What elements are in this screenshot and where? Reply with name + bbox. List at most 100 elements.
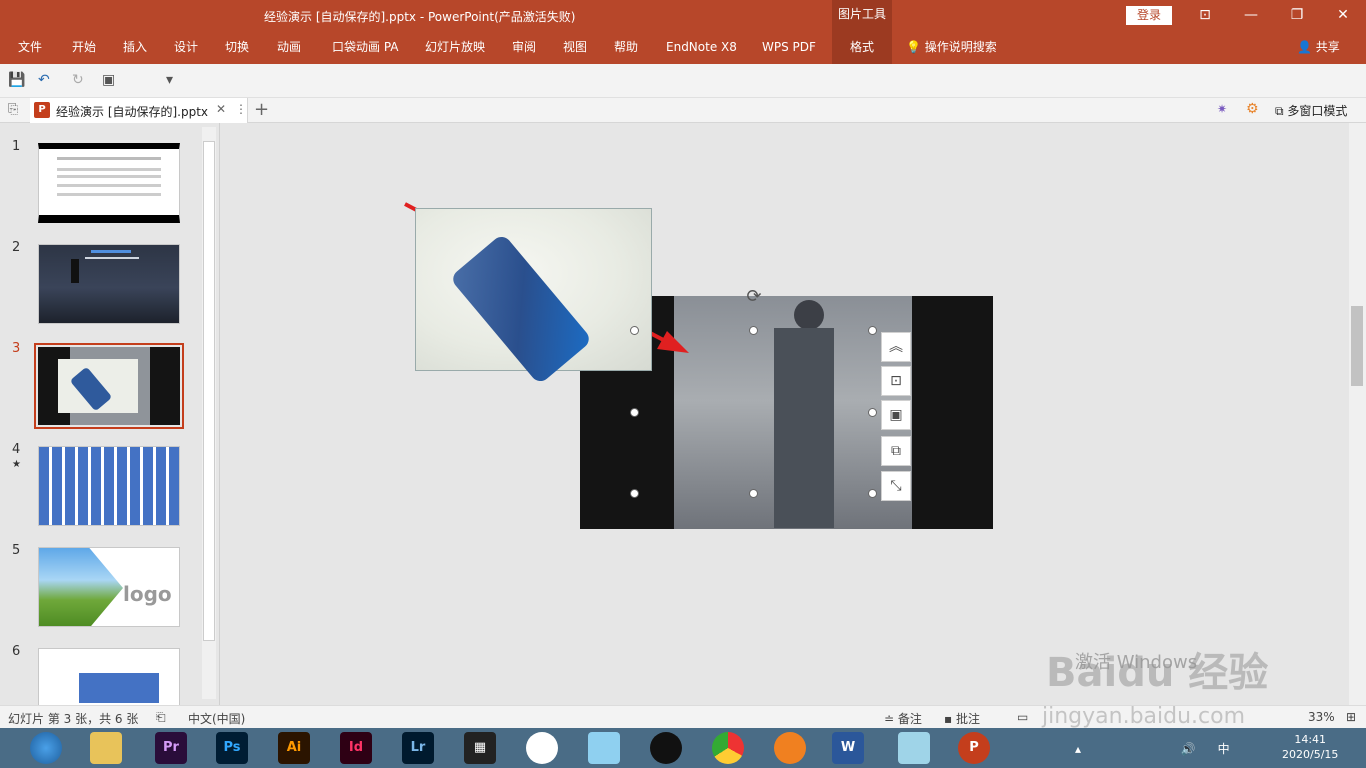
slide-thumbnail-1[interactable]	[38, 143, 180, 223]
resize-handle-s[interactable]	[749, 489, 758, 498]
tray-expand-icon[interactable]: ▴	[1075, 742, 1081, 756]
tab-format[interactable]: 格式	[832, 32, 892, 64]
settings-gear-icon[interactable]: ⚙	[1246, 101, 1259, 117]
clock-time: 14:41	[1294, 733, 1327, 746]
file-explorer-icon[interactable]	[90, 732, 122, 764]
photoshop-icon[interactable]: Ps	[216, 732, 248, 764]
layout-options-icon[interactable]: ︽	[881, 332, 911, 362]
slide-thumbnail-3-selected[interactable]	[34, 343, 184, 429]
accessibility-icon[interactable]: ⎗	[156, 710, 166, 725]
slide-number: 2	[12, 240, 21, 255]
lightroom-icon[interactable]: Lr	[402, 732, 434, 764]
crop-icon[interactable]: ⊡	[881, 366, 911, 396]
slide-number: 1	[12, 139, 21, 154]
slide-number: 4	[12, 442, 21, 457]
system-clock[interactable]: 14:41 2020/5/15	[1282, 732, 1338, 762]
new-tab-icon[interactable]: +	[254, 99, 269, 120]
window-title: 经验演示 [自动保存的].pptx - PowerPoint(产品激活失败)	[264, 10, 576, 24]
share-label: 共享	[1315, 40, 1340, 54]
resize-handle-ne[interactable]	[868, 326, 877, 335]
picture-style-icon[interactable]: ▣	[881, 400, 911, 430]
rotate-handle-icon[interactable]: ⟳	[744, 287, 764, 307]
illustrator-icon[interactable]: Ai	[278, 732, 310, 764]
recent-files-icon[interactable]: ⎘	[8, 102, 18, 117]
ribbon-display-options-icon[interactable]: ⊡	[1182, 0, 1228, 32]
chrome-icon[interactable]	[712, 732, 744, 764]
comments-label: 批注	[955, 712, 980, 726]
tab-pocket-animation[interactable]: 口袋动画 PA	[332, 32, 399, 64]
document-tab[interactable]: P 经验演示 [自动保存的].pptx ✕ ⋮	[30, 98, 248, 123]
tab-home[interactable]: 开始	[72, 32, 96, 64]
login-button[interactable]: 登录	[1126, 6, 1172, 25]
fit-slide-icon[interactable]: ⊞	[1346, 710, 1356, 724]
close-tab-icon[interactable]: ✕	[216, 102, 226, 116]
canvas-scrollbar[interactable]	[1349, 123, 1366, 705]
tab-file[interactable]: 文件	[18, 32, 42, 64]
tab-help[interactable]: 帮助	[614, 32, 638, 64]
resize-handle-w[interactable]	[630, 408, 639, 417]
indesign-icon[interactable]: Id	[340, 732, 372, 764]
word-icon[interactable]: W	[832, 732, 864, 764]
tab-transitions[interactable]: 切换	[225, 32, 249, 64]
slide-thumbnail-2[interactable]	[38, 244, 180, 324]
tab-insert[interactable]: 插入	[123, 32, 147, 64]
logo-text: logo	[123, 582, 172, 606]
close-button[interactable]: ✕	[1320, 0, 1366, 32]
arrange-icon[interactable]: ⧉	[881, 436, 911, 466]
tell-me-label: 操作说明搜索	[924, 40, 997, 54]
browser-icon[interactable]	[30, 732, 62, 764]
resize-handle-se[interactable]	[868, 489, 877, 498]
start-presentation-icon[interactable]: ▣	[102, 72, 115, 88]
share-button[interactable]: 👤 共享	[1297, 32, 1340, 64]
tell-me-search[interactable]: 💡 操作说明搜索	[906, 32, 997, 64]
slide-thumbnail-6[interactable]	[38, 648, 180, 705]
multi-window-mode-button[interactable]: ⧉ 多窗口模式	[1275, 102, 1347, 119]
resize-handle-sw[interactable]	[630, 489, 639, 498]
umbrella-app-icon[interactable]	[526, 732, 558, 764]
redo-icon[interactable]: ↻	[72, 72, 84, 88]
notepad-icon[interactable]	[898, 732, 930, 764]
zoom-level[interactable]: 33%	[1308, 710, 1335, 724]
size-icon[interactable]: ⤡	[881, 471, 911, 501]
tab-review[interactable]: 审阅	[512, 32, 536, 64]
normal-view-icon[interactable]: ▭	[1017, 710, 1028, 724]
maximize-button[interactable]: ❐	[1274, 0, 1320, 32]
slide-thumbnail-5[interactable]: logo	[38, 547, 180, 627]
media-player-icon[interactable]	[774, 732, 806, 764]
comments-button[interactable]: ▪ 批注	[944, 710, 980, 727]
slide-thumbnail-4[interactable]	[38, 446, 180, 526]
resize-handle-n[interactable]	[749, 326, 758, 335]
notes-button[interactable]: ≐ 备注	[884, 710, 922, 727]
qq-icon[interactable]	[650, 732, 682, 764]
canvas-scrollbar-thumb[interactable]	[1351, 306, 1363, 386]
ime-indicator[interactable]: 中	[1218, 742, 1230, 756]
premiere-icon[interactable]: Pr	[155, 732, 187, 764]
powerpoint-taskbar-icon[interactable]: P	[958, 732, 990, 764]
phone-image	[449, 232, 593, 386]
tab-wps-pdf[interactable]: WPS PDF	[762, 32, 816, 64]
customize-qat-icon[interactable]: ▾	[166, 72, 173, 88]
minimize-button[interactable]: —	[1228, 0, 1274, 32]
magic-icon[interactable]: ✷	[1217, 102, 1227, 116]
tab-endnote[interactable]: EndNote X8	[666, 32, 737, 64]
volume-icon[interactable]: 🔊	[1181, 742, 1196, 756]
tab-slideshow[interactable]: 幻灯片放映	[425, 32, 485, 64]
save-icon[interactable]: 💾	[8, 72, 25, 88]
quick-access-toolbar: 💾 ↶ ↻ ▣ ▾	[0, 64, 1366, 98]
language-indicator[interactable]: 中文(中国)	[188, 710, 245, 727]
tab-animations[interactable]: 动画	[277, 32, 301, 64]
tab-view[interactable]: 视图	[563, 32, 587, 64]
bird-app-icon[interactable]	[588, 732, 620, 764]
resize-handle-e[interactable]	[868, 408, 877, 417]
tab-menu-icon[interactable]: ⋮	[235, 102, 247, 116]
selected-phone-picture[interactable]	[415, 208, 652, 386]
thumbnail-scrollbar[interactable]	[202, 127, 216, 699]
video-editor-icon[interactable]: ▦	[464, 732, 496, 764]
resize-handle-nw[interactable]	[630, 326, 639, 335]
baidu-url-watermark: jingyan.baidu.com	[1042, 704, 1246, 729]
person-silhouette	[71, 259, 79, 283]
tab-design[interactable]: 设计	[174, 32, 198, 64]
system-tray[interactable]: ▴ 🔊 中	[1075, 740, 1230, 757]
thumbnail-scrollbar-thumb[interactable]	[203, 141, 215, 641]
undo-icon[interactable]: ↶	[38, 72, 50, 88]
